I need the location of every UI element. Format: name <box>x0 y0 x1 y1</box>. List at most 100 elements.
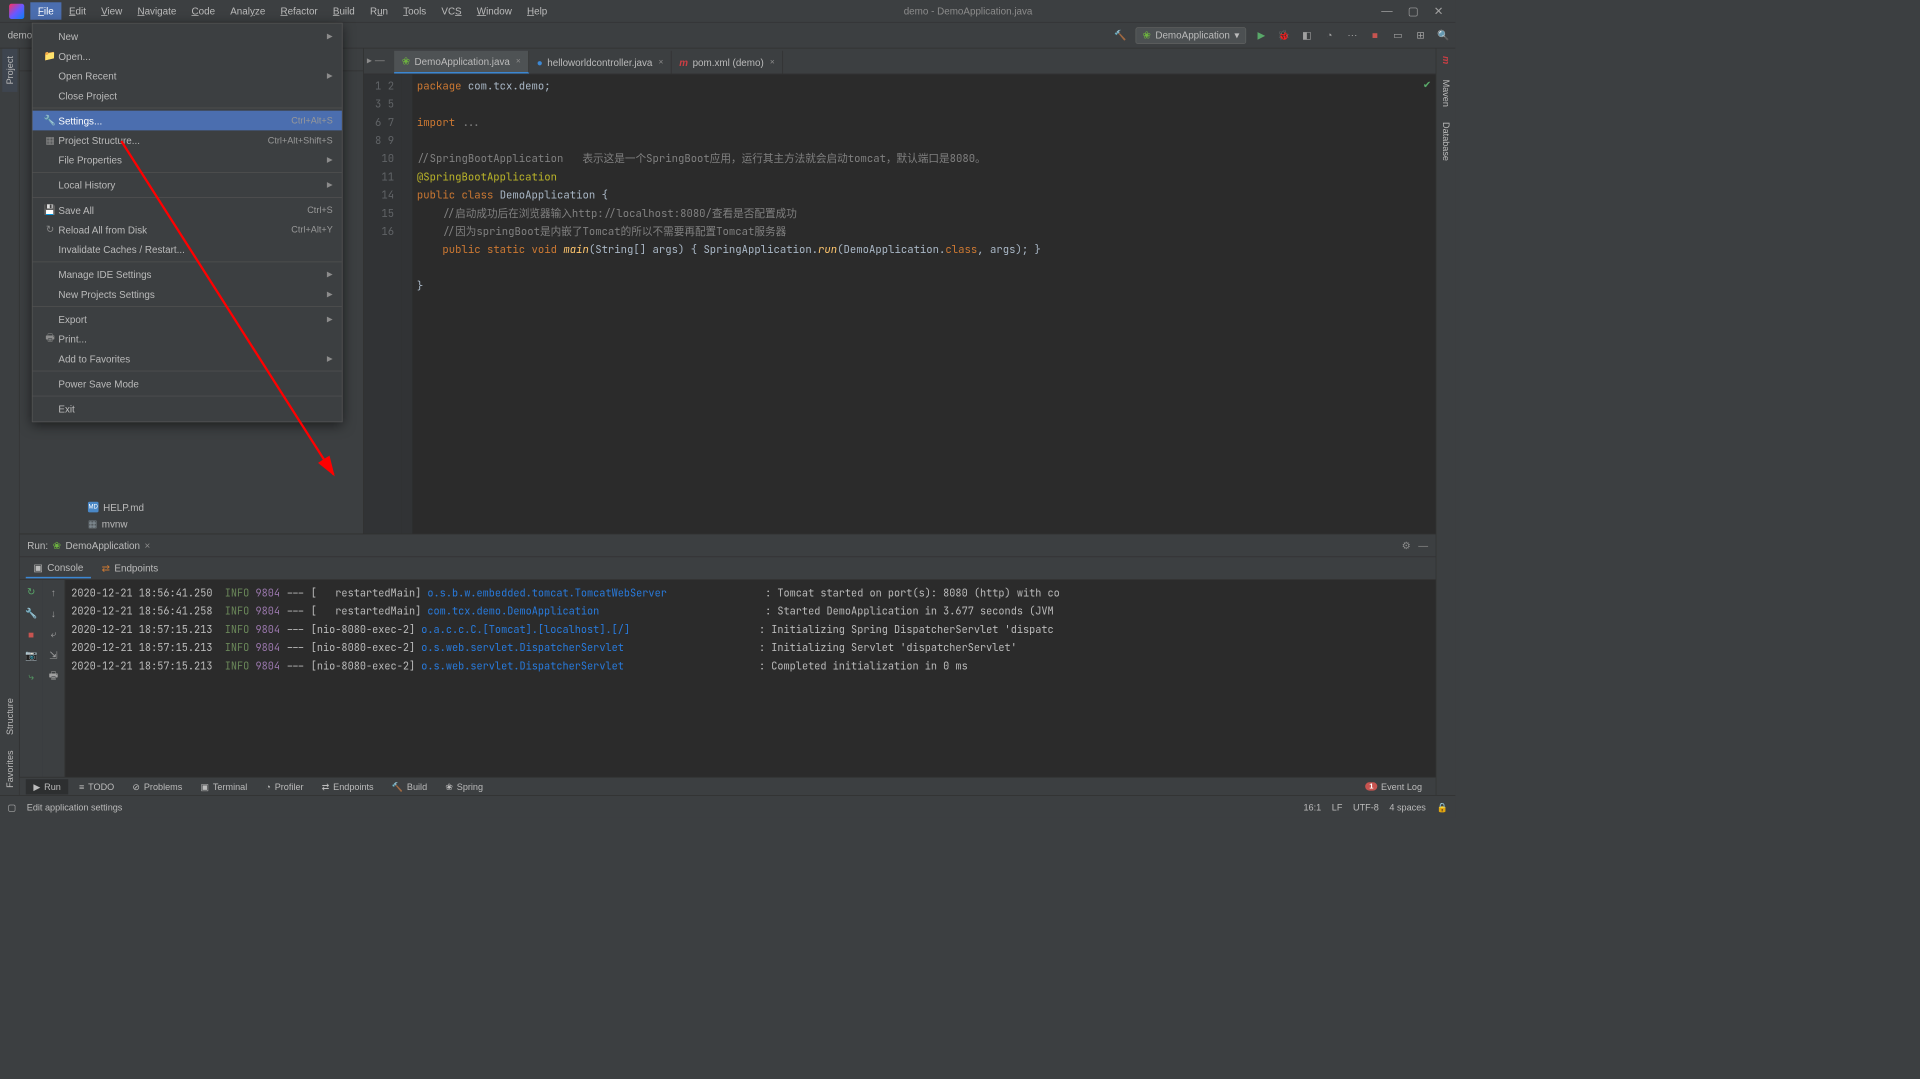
code-content[interactable]: package com.tcx.demo; import ... //Sprin… <box>412 74 1435 533</box>
menu-code[interactable]: Code <box>184 2 223 19</box>
bottom-tab-run[interactable]: ▶Run <box>26 779 69 794</box>
run-tab-console[interactable]: ▣ Console <box>26 558 91 578</box>
menu-build[interactable]: Build <box>325 2 362 19</box>
tree-file-mvnw[interactable]: ▦ mvnw <box>29 515 363 532</box>
left-tab-structure[interactable]: Structure <box>2 691 17 743</box>
menu-file[interactable]: File <box>30 2 61 19</box>
layout-icon[interactable]: ⊞ <box>1413 28 1428 43</box>
deployment-icon[interactable]: ▭ <box>1390 28 1405 43</box>
code-area[interactable]: 1 2 3 5 6 7 8 9 10 11 14 15 16 package c… <box>364 74 1436 533</box>
left-tab-project[interactable]: Project <box>2 49 17 92</box>
run-tool-window: Run: ❀ DemoApplication × ⚙ — ▣ Console ⇄… <box>20 534 1436 777</box>
status-bar: ▢ Edit application settings 16:1 LF UTF-… <box>0 795 1455 818</box>
run-tab-endpoints[interactable]: ⇄ Endpoints <box>94 559 166 577</box>
rerun-icon[interactable]: ↻ <box>23 584 38 599</box>
tool-windows-icon[interactable]: ▢ <box>8 802 17 813</box>
event-log[interactable]: 1Event Log <box>1358 779 1430 794</box>
wrench-icon[interactable]: 🔧 <box>23 606 38 621</box>
minimize-icon[interactable]: — <box>1381 4 1392 18</box>
file-menu-project-structure[interactable]: ▦Project Structure...Ctrl+Alt+Shift+S <box>33 130 342 150</box>
bottom-tab-terminal[interactable]: ▣Terminal <box>193 779 255 794</box>
editor-tab[interactable]: ❀DemoApplication.java× <box>394 51 529 74</box>
tree-label: mvnw <box>102 518 128 529</box>
run-config-name: DemoApplication <box>65 540 139 551</box>
endpoints-icon: ⇄ <box>102 562 110 574</box>
file-menu-file-properties[interactable]: File Properties▶ <box>33 150 342 170</box>
menu-edit[interactable]: Edit <box>61 2 93 19</box>
file-menu-export[interactable]: Export▶ <box>33 309 342 329</box>
file-menu-invalidate-caches-restart[interactable]: Invalidate Caches / Restart... <box>33 240 342 260</box>
file-menu-save-all[interactable]: 💾Save AllCtrl+S <box>33 200 342 220</box>
gear-icon[interactable]: ⚙ <box>1402 539 1411 551</box>
menu-navigate[interactable]: Navigate <box>130 2 184 19</box>
breadcrumb-project[interactable]: demo <box>8 30 33 41</box>
file-menu-new-projects-settings[interactable]: New Projects Settings▶ <box>33 284 342 304</box>
right-tab-maven-icon[interactable]: m <box>1438 49 1453 72</box>
status-line-ending[interactable]: LF <box>1332 802 1343 813</box>
left-tab-favorites[interactable]: Favorites <box>2 743 17 796</box>
file-menu-reload-all-from-disk[interactable]: ↻Reload All from DiskCtrl+Alt+Y <box>33 220 342 240</box>
down-icon[interactable]: ↓ <box>46 606 61 621</box>
bottom-tab-problems[interactable]: ⊘Problems <box>125 779 190 794</box>
profile-icon[interactable]: ◔ <box>1322 28 1337 43</box>
coverage-icon[interactable]: ◧ <box>1299 28 1314 43</box>
scroll-icon[interactable]: ⇲ <box>46 648 61 663</box>
tree-file-help[interactable]: MD HELP.md <box>29 499 363 516</box>
search-icon[interactable]: 🔍 <box>1436 28 1451 43</box>
menu-refactor[interactable]: Refactor <box>273 2 325 19</box>
project-toggle[interactable]: ▸— <box>367 55 385 67</box>
file-menu-power-save-mode[interactable]: Power Save Mode <box>33 374 342 394</box>
file-menu-open[interactable]: 📁Open... <box>33 46 342 66</box>
debug-icon[interactable]: 🐞 <box>1276 28 1291 43</box>
bottom-tab-todo[interactable]: ≡TODO <box>71 779 121 794</box>
file-menu-close-project[interactable]: Close Project <box>33 86 342 106</box>
print-icon[interactable]: 🖶 <box>46 669 61 684</box>
run-config-select[interactable]: ❀ DemoApplication ▾ <box>1136 27 1246 44</box>
app-icon <box>9 3 24 18</box>
inspection-ok-icon[interactable]: ✔ <box>1423 79 1431 91</box>
close-icon[interactable]: ✕ <box>1434 4 1444 18</box>
menu-vcs[interactable]: VCS <box>434 2 469 19</box>
file-menu-add-to-favorites[interactable]: Add to Favorites▶ <box>33 349 342 369</box>
right-tab-database[interactable]: Database <box>1438 114 1453 168</box>
status-pos[interactable]: 16:1 <box>1303 802 1321 813</box>
file-menu-settings[interactable]: 🔧Settings...Ctrl+Alt+S <box>33 111 342 131</box>
close-tab-icon[interactable]: × <box>145 540 151 551</box>
camera-icon[interactable]: 📷 <box>23 648 38 663</box>
maximize-icon[interactable]: ▢ <box>1408 4 1419 18</box>
wrap-icon[interactable]: ⤶ <box>46 627 61 642</box>
editor-tab[interactable]: mpom.xml (demo)× <box>672 51 783 74</box>
lock-icon[interactable]: 🔒 <box>1436 802 1447 813</box>
bottom-tab-build[interactable]: 🔨Build <box>384 779 435 794</box>
file-menu-print[interactable]: 🖶Print... <box>33 329 342 349</box>
file-menu-new[interactable]: New▶ <box>33 27 342 47</box>
menu-tools[interactable]: Tools <box>396 2 434 19</box>
bottom-tab-profiler[interactable]: ◔Profiler <box>258 779 311 794</box>
menu-help[interactable]: Help <box>519 2 554 19</box>
menu-view[interactable]: View <box>94 2 130 19</box>
build-icon[interactable]: 🔨 <box>1113 28 1128 43</box>
menu-analyze[interactable]: Analyze <box>223 2 273 19</box>
editor-tab[interactable]: ●helloworldcontroller.java× <box>529 51 672 74</box>
file-menu-local-history[interactable]: Local History▶ <box>33 175 342 195</box>
menu-run[interactable]: Run <box>362 2 395 19</box>
stop-icon[interactable]: ■ <box>1367 28 1382 43</box>
hide-icon[interactable]: — <box>1418 540 1428 551</box>
stop-icon[interactable]: ■ <box>23 627 38 642</box>
exit-icon[interactable]: ⤷ <box>23 669 38 684</box>
markdown-icon: MD <box>88 502 99 513</box>
file-menu-manage-ide-settings[interactable]: Manage IDE Settings▶ <box>33 265 342 285</box>
status-encoding[interactable]: UTF-8 <box>1353 802 1379 813</box>
run-icon[interactable]: ▶ <box>1254 28 1269 43</box>
bottom-tab-endpoints[interactable]: ⇄Endpoints <box>314 779 381 794</box>
bottom-tab-spring[interactable]: ❀Spring <box>438 779 491 794</box>
file-menu-exit[interactable]: Exit <box>33 399 342 419</box>
status-indent[interactable]: 4 spaces <box>1389 802 1425 813</box>
menu-window[interactable]: Window <box>469 2 519 19</box>
editor: ▸— ❀DemoApplication.java×●helloworldcont… <box>364 49 1436 534</box>
up-icon[interactable]: ↑ <box>46 584 61 599</box>
console-output[interactable]: 2020-12-21 18:56:41.250 INFO 9804 --- [ … <box>65 580 1435 777</box>
file-menu-open-recent[interactable]: Open Recent▶ <box>33 66 342 86</box>
attach-icon[interactable]: ⋯ <box>1345 28 1360 43</box>
right-tab-maven[interactable]: Maven <box>1438 72 1453 114</box>
